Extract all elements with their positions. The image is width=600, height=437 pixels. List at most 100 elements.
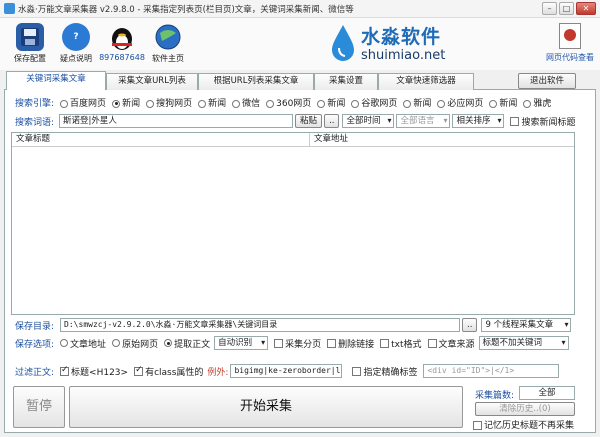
results-table-header: 文章标题 文章地址 — [12, 133, 574, 147]
search-engine-option-label: 新闻 — [499, 99, 518, 109]
search-engine-row: 搜索引擎: 百度网页 新闻 搜狗网页 新闻 微信 360网页 新闻 谷歌网页 新闻 必应网页 新闻 雅… — [15, 96, 585, 109]
paste-button[interactable]: 粘贴 — [295, 114, 323, 128]
tab-quick-filter[interactable]: 文章快速筛选器 — [378, 73, 474, 90]
brand-logo: 水淼软件 shuimiao.net — [330, 22, 445, 63]
time-select[interactable]: 全部时间 — [342, 114, 395, 128]
question-icon: ? — [62, 23, 90, 51]
language-select[interactable]: 全部语言 — [396, 114, 451, 128]
news-title-checkbox[interactable] — [510, 116, 520, 126]
qq-button[interactable]: 897687648 — [98, 23, 146, 62]
column-header-url[interactable]: 文章地址 — [310, 133, 574, 146]
search-engine-option-label: 360网页 — [276, 99, 312, 109]
qq-label: 897687648 — [99, 53, 145, 62]
filter-title-checkbox[interactable] — [60, 365, 70, 376]
tab-settings[interactable]: 采集设置 — [314, 73, 378, 90]
delete-links-checkbox[interactable] — [327, 338, 337, 348]
search-engine-radio[interactable] — [523, 99, 532, 108]
keyword-row: 搜索词语: 斯诺登|外星人 粘贴 .. 全部时间 全部语言 相关排序 搜索新闻标… — [15, 114, 585, 128]
tab-url-list[interactable]: 采集文章URL列表 — [106, 73, 198, 90]
search-engine-radio[interactable] — [317, 99, 326, 108]
sort-select[interactable]: 相关排序 — [452, 114, 505, 128]
search-engine-option-label: 新闻 — [413, 99, 432, 109]
help-label: 疑点说明 — [60, 54, 92, 63]
save-raw-label: 原始网页 — [122, 339, 159, 350]
save-raw-radio[interactable] — [112, 339, 121, 347]
tab-collect-by-url[interactable]: 根据URL列表采集文章 — [198, 73, 314, 90]
tab-keyword-collect[interactable]: 关键词采集文章 — [6, 71, 106, 91]
precise-tag-label: 指定精确标签 — [363, 367, 418, 378]
thread-count-select[interactable]: 9 个线程采集文章 — [481, 318, 572, 332]
filter-class-label: 有class属性的 — [145, 367, 204, 378]
close-button[interactable]: ✕ — [576, 2, 596, 15]
except-label: 例外: — [207, 367, 229, 378]
save-dir-input[interactable]: D:\smwzcj-v2.9.2.0\水淼·万能文章采集器\关键词目录 — [60, 318, 461, 332]
news-title-label: 搜索新闻标题 — [521, 117, 576, 128]
txt-format-checkbox[interactable] — [380, 338, 390, 348]
collect-count-label: 采集篇数: — [475, 391, 515, 401]
except-input[interactable]: bigimg|ke-zeroborder|lin — [230, 364, 343, 378]
app-icon — [4, 3, 15, 14]
save-dir-row: 保存目录: D:\smwzcj-v2.9.2.0\水淼·万能文章采集器\关键词目… — [15, 318, 585, 332]
search-engine-radio[interactable] — [403, 99, 412, 108]
collect-count-input[interactable]: 全部 — [519, 386, 575, 400]
keyword-input[interactable]: 斯诺登|外星人 — [59, 114, 294, 128]
search-engine-radio[interactable] — [232, 99, 241, 108]
extract-mode-select[interactable]: 自动识别 — [214, 336, 269, 350]
pause-button[interactable]: 暂停 — [13, 386, 65, 428]
maximize-button[interactable]: □ — [559, 2, 574, 15]
minimize-button[interactable]: – — [542, 2, 557, 15]
search-engine-radio[interactable] — [351, 99, 360, 108]
search-engine-option-label: 必应网页 — [447, 99, 484, 109]
search-engine-radio[interactable] — [198, 99, 207, 108]
search-engine-options: 百度网页 新闻 搜狗网页 新闻 微信 360网页 新闻 谷歌网页 新闻 必应网页 新闻 雅虎 — [54, 96, 551, 109]
save-addr-label: 文章地址 — [70, 339, 107, 350]
remember-history-checkbox[interactable] — [473, 421, 482, 430]
search-engine-option-label: 搜狗网页 — [156, 99, 193, 109]
title-bar: 水淼·万能文章采集器 v2.9.8.0 - 采集指定列表页(栏目页)文章，关键词… — [0, 0, 600, 18]
start-collect-button[interactable]: 开始采集 — [69, 386, 463, 428]
save-options-row: 保存选项: 文章地址 原始网页 提取正文 自动识别 采集分页 删除链接 txt格… — [15, 336, 585, 350]
search-engine-radio[interactable] — [146, 99, 155, 108]
keyword-more-button[interactable]: .. — [324, 114, 340, 128]
exit-button[interactable]: 退出软件 — [518, 73, 576, 89]
search-engine-radio[interactable] — [112, 99, 121, 108]
help-button[interactable]: ? 疑点说明 — [52, 23, 100, 64]
save-config-label: 保存配置 — [14, 54, 46, 63]
save-config-button[interactable]: 保存配置 — [6, 23, 54, 64]
article-source-checkbox[interactable] — [427, 338, 437, 348]
save-options-label: 保存选项: — [15, 339, 55, 350]
filter-row: 过滤正文: 标题<H123> 有class属性的 例外: bigimg|ke-z… — [15, 364, 585, 378]
search-engine-option-label: 新闻 — [122, 99, 141, 109]
water-drop-icon — [332, 24, 354, 61]
tab-bar: 关键词采集文章 采集文章URL列表 根据URL列表采集文章 采集设置 文章快速筛… — [4, 70, 596, 91]
search-engine-radio[interactable] — [489, 99, 498, 108]
brand-name: 水淼软件 — [361, 26, 442, 48]
save-extract-radio[interactable] — [164, 339, 173, 347]
title-keyword-select[interactable]: 标题不加关键词 — [478, 336, 569, 350]
window-title: 水淼·万能文章采集器 v2.9.8.0 - 采集指定列表页(栏目页)文章，关键词… — [18, 4, 354, 15]
save-addr-radio[interactable] — [60, 339, 69, 347]
paging-checkbox[interactable] — [274, 338, 284, 348]
qq-penguin-icon — [108, 23, 136, 51]
homepage-label: 软件主页 — [152, 54, 184, 63]
search-engine-radio[interactable] — [266, 99, 275, 108]
search-engine-radio[interactable] — [437, 99, 446, 108]
html-code-view-button[interactable]: 网页代码查看 — [545, 23, 595, 63]
paging-label: 采集分页 — [285, 339, 322, 350]
filter-class-checkbox[interactable] — [134, 365, 144, 376]
precise-tag-checkbox[interactable] — [352, 366, 362, 376]
globe-icon — [154, 23, 182, 51]
search-engine-radio[interactable] — [60, 99, 69, 108]
filter-label: 过滤正文: — [15, 367, 55, 378]
column-header-title[interactable]: 文章标题 — [12, 133, 310, 146]
precise-tag-input[interactable]: <div id="ID">|</1> — [423, 364, 560, 378]
search-engine-option-label: 谷歌网页 — [361, 99, 398, 109]
save-dir-browse-button[interactable]: .. — [462, 318, 478, 332]
keyword-label: 搜索词语: — [15, 117, 55, 128]
results-table[interactable]: 文章标题 文章地址 — [11, 132, 575, 315]
article-source-label: 文章来源 — [438, 339, 475, 350]
search-engine-option-label: 新闻 — [208, 99, 227, 109]
clear-history-button[interactable]: 清除历史..(0) — [475, 402, 575, 416]
homepage-button[interactable]: 软件主页 — [144, 23, 192, 64]
search-engine-option-label: 新闻 — [327, 99, 346, 109]
